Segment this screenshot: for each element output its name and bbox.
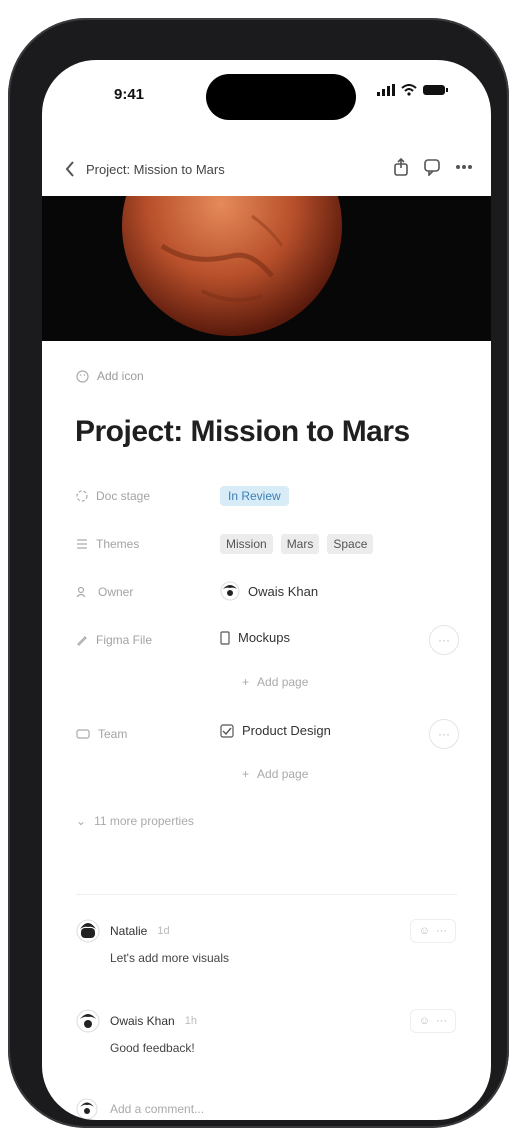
property-value-doc-stage[interactable]: In Review — [220, 486, 289, 506]
add-page-label: Add page — [257, 767, 309, 781]
add-icon-button[interactable]: Add icon — [76, 369, 144, 383]
status-time: 9:41 — [114, 86, 145, 103]
comment-time: 1d — [157, 925, 170, 937]
more-properties-toggle[interactable]: ⌄ 11 more properties — [76, 814, 194, 828]
page-title[interactable]: Project: Mission to Mars — [75, 415, 410, 449]
ellipsis-icon: ··· — [438, 633, 450, 647]
phone-screen: 9:41 Project: Mission to Mars Add icon P… — [42, 60, 491, 1120]
add-page-button[interactable]: + Add page — [242, 675, 308, 689]
comment-actions[interactable]: ☺ ··· — [409, 1009, 456, 1033]
list-icon — [77, 539, 87, 549]
signal-icon — [377, 84, 395, 96]
property-label-doc-stage: Doc stage — [76, 489, 150, 503]
figma-more-button[interactable]: ··· — [429, 625, 459, 655]
mars-planet-image — [122, 196, 342, 336]
property-label-owner: Owner — [76, 585, 133, 599]
ellipsis-icon: ··· — [438, 727, 450, 741]
team-icon — [76, 729, 90, 739]
property-label-text: Owner — [98, 585, 134, 599]
navigation-bar: Project: Mission to Mars — [42, 150, 491, 194]
property-value-owner[interactable]: Owais Khan — [220, 581, 318, 601]
more-icon[interactable] — [455, 164, 473, 170]
property-value-themes[interactable]: Mission Mars Space — [220, 534, 374, 554]
comment-author: Natalie — [110, 924, 148, 938]
property-label-text: Figma File — [96, 633, 153, 647]
status-icon — [76, 490, 88, 502]
share-icon[interactable] — [393, 158, 409, 176]
comment-text: Let's add more visuals — [110, 951, 230, 965]
avatar — [76, 1098, 98, 1120]
comment-icon[interactable] — [423, 158, 441, 176]
nav-title: Project: Mission to Mars — [86, 162, 225, 177]
smiley-icon — [76, 369, 89, 383]
comment-header: Natalie 1d — [76, 919, 456, 943]
comment-time: 1h — [184, 1015, 197, 1027]
owner-name: Owais Khan — [248, 583, 319, 599]
nav-actions — [393, 158, 473, 176]
property-label-themes: Themes — [76, 537, 139, 551]
back-chevron-icon[interactable] — [62, 158, 78, 180]
plus-icon: + — [242, 675, 250, 689]
pencil-icon — [77, 636, 87, 646]
avatar — [76, 1009, 100, 1033]
owner-avatar — [220, 581, 240, 601]
comment-header: Owais Khan 1h — [76, 1009, 456, 1033]
add-comment-input[interactable]: Add a comment... — [76, 1098, 204, 1120]
ellipsis-icon[interactable]: ··· — [436, 1015, 447, 1027]
tag-chip: Mars — [280, 534, 320, 554]
comment-actions[interactable]: ☺ ··· — [409, 919, 456, 943]
comment-author: Owais Khan — [110, 1014, 175, 1028]
add-page-label: Add page — [257, 675, 309, 689]
plus-icon: + — [242, 767, 250, 781]
reaction-icon[interactable]: ☺ — [419, 925, 430, 937]
property-label-figma-file: Figma File — [76, 633, 152, 647]
comment-text: Good feedback! — [110, 1041, 195, 1055]
reaction-icon[interactable]: ☺ — [419, 1015, 430, 1027]
wifi-icon — [401, 84, 417, 96]
property-value-team[interactable]: Product Design — [220, 723, 331, 738]
property-label-text: Themes — [96, 537, 140, 551]
dynamic-island — [206, 74, 356, 120]
phone-frame: 9:41 Project: Mission to Mars Add icon P… — [8, 18, 509, 1128]
ellipsis-icon[interactable]: ··· — [436, 925, 447, 937]
team-name: Product Design — [242, 723, 331, 738]
chevron-down-icon: ⌄ — [76, 814, 87, 828]
comment-item: Natalie 1d Let's add more visuals ☺ ··· — [76, 919, 456, 965]
divider — [76, 894, 457, 895]
property-value-figma-file[interactable]: Mockups — [220, 630, 290, 645]
avatar — [76, 919, 100, 943]
add-icon-label: Add icon — [97, 369, 144, 383]
checkbox-icon — [220, 723, 234, 738]
property-label-text: Doc stage — [96, 489, 151, 503]
property-label-team: Team — [76, 727, 127, 741]
cover-image — [42, 196, 491, 341]
status-bar: 9:41 — [42, 60, 491, 130]
system-icons — [377, 84, 449, 96]
add-comment-placeholder: Add a comment... — [110, 1102, 205, 1116]
tag-chip: Mission — [220, 534, 273, 554]
add-page-button[interactable]: + Add page — [242, 767, 308, 781]
property-label-text: Team — [98, 727, 128, 741]
status-badge: In Review — [220, 486, 289, 506]
more-properties-label: 11 more properties — [94, 814, 194, 828]
figma-file-name: Mockups — [238, 630, 291, 645]
comment-item: Owais Khan 1h Good feedback! ☺ ··· — [76, 1009, 456, 1055]
team-more-button[interactable]: ··· — [429, 719, 459, 749]
file-icon — [220, 630, 230, 645]
battery-icon — [423, 85, 448, 95]
tag-chip: Space — [327, 534, 374, 554]
people-icon — [76, 586, 86, 598]
